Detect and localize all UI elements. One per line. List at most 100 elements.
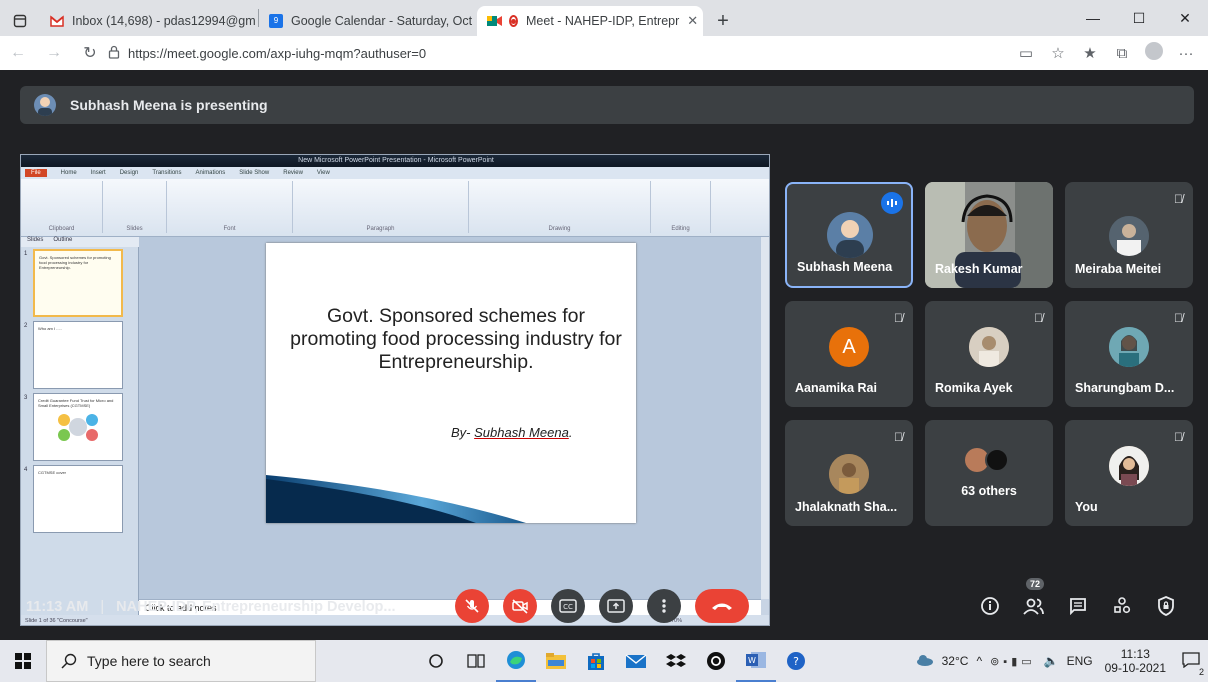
ppt-ribbon-tabs: File Home Insert Design Transitions Anim… (21, 167, 769, 179)
others-tile[interactable]: 63 others (925, 420, 1053, 526)
participant-tile[interactable]: 🎙̸ Romika Ayek (925, 301, 1053, 407)
tab-calendar[interactable]: 9 Google Calendar - Saturday, Oct ✕ (259, 6, 477, 36)
participant-tile[interactable]: 🎙̸ Jhalaknath Sha... (785, 420, 913, 526)
clock-date: 09-10-2021 (1104, 661, 1166, 675)
windows-logo-icon (15, 653, 31, 669)
activities-button[interactable] (1108, 592, 1136, 620)
meeting-name: NAHEP-IDP, Entrepreneurship Develop... (116, 599, 396, 615)
ppt-ribbon: Clipboard Slides Font Paragraph Drawing … (21, 179, 769, 237)
chrome-icon[interactable] (696, 640, 736, 682)
forward-icon[interactable]: → (36, 44, 72, 62)
mail-icon[interactable] (616, 640, 656, 682)
more-options-button[interactable] (647, 589, 681, 623)
presenting-banner: Subhash Meena is presenting (20, 86, 1194, 124)
mic-toggle-button[interactable] (455, 589, 489, 623)
volume-icon[interactable]: 🔈 (1044, 654, 1059, 668)
edge-icon[interactable] (496, 640, 536, 682)
tray-app-icons: ⊚▪▮▭ (990, 655, 1036, 668)
new-tab-button[interactable]: + (703, 6, 743, 36)
participant-tile[interactable]: 🎙̸ You (1065, 420, 1193, 526)
ppt-group-font: Font (167, 181, 293, 233)
tab-gmail[interactable]: Inbox (14,698) - pdas12994@gm ✕ (40, 6, 258, 36)
dropbox-icon[interactable] (656, 640, 696, 682)
ppt-window-title: New Microsoft PowerPoint Presentation - … (21, 155, 769, 167)
avatar (1109, 216, 1149, 256)
profile-avatar[interactable] (1138, 42, 1170, 64)
collections-icon[interactable]: ⧉ (1106, 45, 1138, 62)
refresh-icon[interactable]: ↻ (72, 43, 108, 63)
tab-meet[interactable]: Meet - NAHEP-IDP, Entrepr ✕ (477, 6, 703, 36)
slide-thumbnail: Who am I ..... (33, 321, 123, 389)
more-options-icon[interactable]: ··· (1170, 45, 1202, 62)
favorite-icon[interactable]: ☆ (1042, 44, 1074, 62)
participant-name: Jhalaknath Sha... (795, 500, 898, 514)
clock[interactable]: 11:13 09-10-2021 (1105, 647, 1166, 675)
ppt-tab-insert: Insert (90, 170, 106, 176)
ppt-tab-home: Home (60, 170, 77, 176)
avatar (969, 327, 1009, 367)
participant-name: Rakesh Kumar (935, 262, 1023, 276)
ppt-tab-review: Review (283, 170, 303, 176)
favorites-list-icon[interactable]: ★ (1074, 44, 1106, 62)
address-bar-row: ← → ↻ https://meet.google.com/axp-iuhg-m… (0, 36, 1208, 70)
separator: | (100, 599, 105, 615)
people-button[interactable]: 72 (1020, 578, 1048, 620)
camera-toggle-button[interactable] (503, 589, 537, 623)
store-icon[interactable] (576, 640, 616, 682)
start-button[interactable] (0, 640, 46, 682)
shared-screen: New Microsoft PowerPoint Presentation - … (20, 154, 770, 626)
close-tab-icon[interactable]: ✕ (687, 13, 698, 29)
thumb-number: 3 (24, 395, 28, 401)
meeting-info-button[interactable] (976, 592, 1004, 620)
camera-icon[interactable]: ▭ (1010, 44, 1042, 62)
camera-off-icon (512, 599, 528, 614)
taskbar-search-input[interactable]: Type here to search (46, 640, 316, 682)
mic-off-icon: 🎙̸ (1174, 192, 1183, 206)
cortana-icon[interactable] (416, 640, 456, 682)
thumb-number: 4 (24, 467, 28, 473)
present-button[interactable] (599, 589, 633, 623)
back-icon[interactable]: ← (0, 44, 36, 62)
chat-icon (1070, 598, 1086, 615)
participant-tile[interactable]: Subhash Meena (785, 182, 913, 288)
mic-off-icon: 🎙̸ (894, 430, 903, 444)
help-icon[interactable]: ? (776, 640, 816, 682)
language-indicator[interactable]: ENG (1067, 654, 1093, 668)
slide-decoration (266, 475, 526, 523)
url-field[interactable]: https://meet.google.com/axp-iuhg-mqm?aut… (108, 45, 426, 62)
participant-tile[interactable]: Rakesh Kumar (925, 182, 1053, 288)
participant-tile[interactable]: 🎙̸ A Aanamika Rai (785, 301, 913, 407)
notifications-button[interactable]: 2 (1174, 651, 1208, 677)
mic-off-icon: 🎙̸ (1174, 311, 1183, 325)
svg-text:W: W (748, 656, 756, 665)
maximize-button[interactable]: ☐ (1116, 0, 1162, 36)
url-text: https://meet.google.com/axp-iuhg-mqm?aut… (128, 45, 427, 61)
meet-stage: Subhash Meena is presenting New Microsof… (0, 70, 1208, 640)
chat-button[interactable] (1064, 592, 1092, 620)
close-window-button[interactable]: ✕ (1162, 0, 1208, 36)
host-controls-button[interactable] (1152, 592, 1180, 620)
participant-tile[interactable]: 🎙̸ Meiraba Meitei (1065, 182, 1193, 288)
chevron-up-icon[interactable]: ^ (976, 654, 982, 668)
participant-tile[interactable]: 🎙̸ Sharungbam D... (1065, 301, 1193, 407)
notifications-count: 2 (1198, 666, 1204, 677)
minimize-button[interactable]: — (1070, 0, 1116, 36)
file-explorer-icon[interactable] (536, 640, 576, 682)
thumb-number: 1 (24, 251, 28, 257)
captions-button[interactable]: CC (551, 589, 585, 623)
browser-tab-strip: Inbox (14,698) - pdas12994@gm ✕ 9 Google… (0, 0, 1208, 36)
clock-time: 11:13 (1120, 647, 1150, 661)
notifications-icon (1182, 651, 1200, 668)
presenter-avatar (34, 94, 56, 116)
word-icon[interactable]: W (736, 640, 776, 682)
task-view-icon[interactable] (456, 640, 496, 682)
leave-call-button[interactable] (695, 589, 749, 623)
recording-icon (509, 15, 518, 27)
weather-temp[interactable]: 32°C (942, 654, 969, 668)
ppt-scrollbar (761, 237, 769, 599)
slide-thumbnail: Govt. Sponsored schemes for promoting fo… (33, 249, 123, 317)
tab-actions-icon[interactable] (0, 6, 40, 36)
weather-icon[interactable] (916, 654, 934, 669)
presenting-text: Subhash Meena is presenting (70, 97, 268, 113)
avatar (985, 448, 1009, 472)
